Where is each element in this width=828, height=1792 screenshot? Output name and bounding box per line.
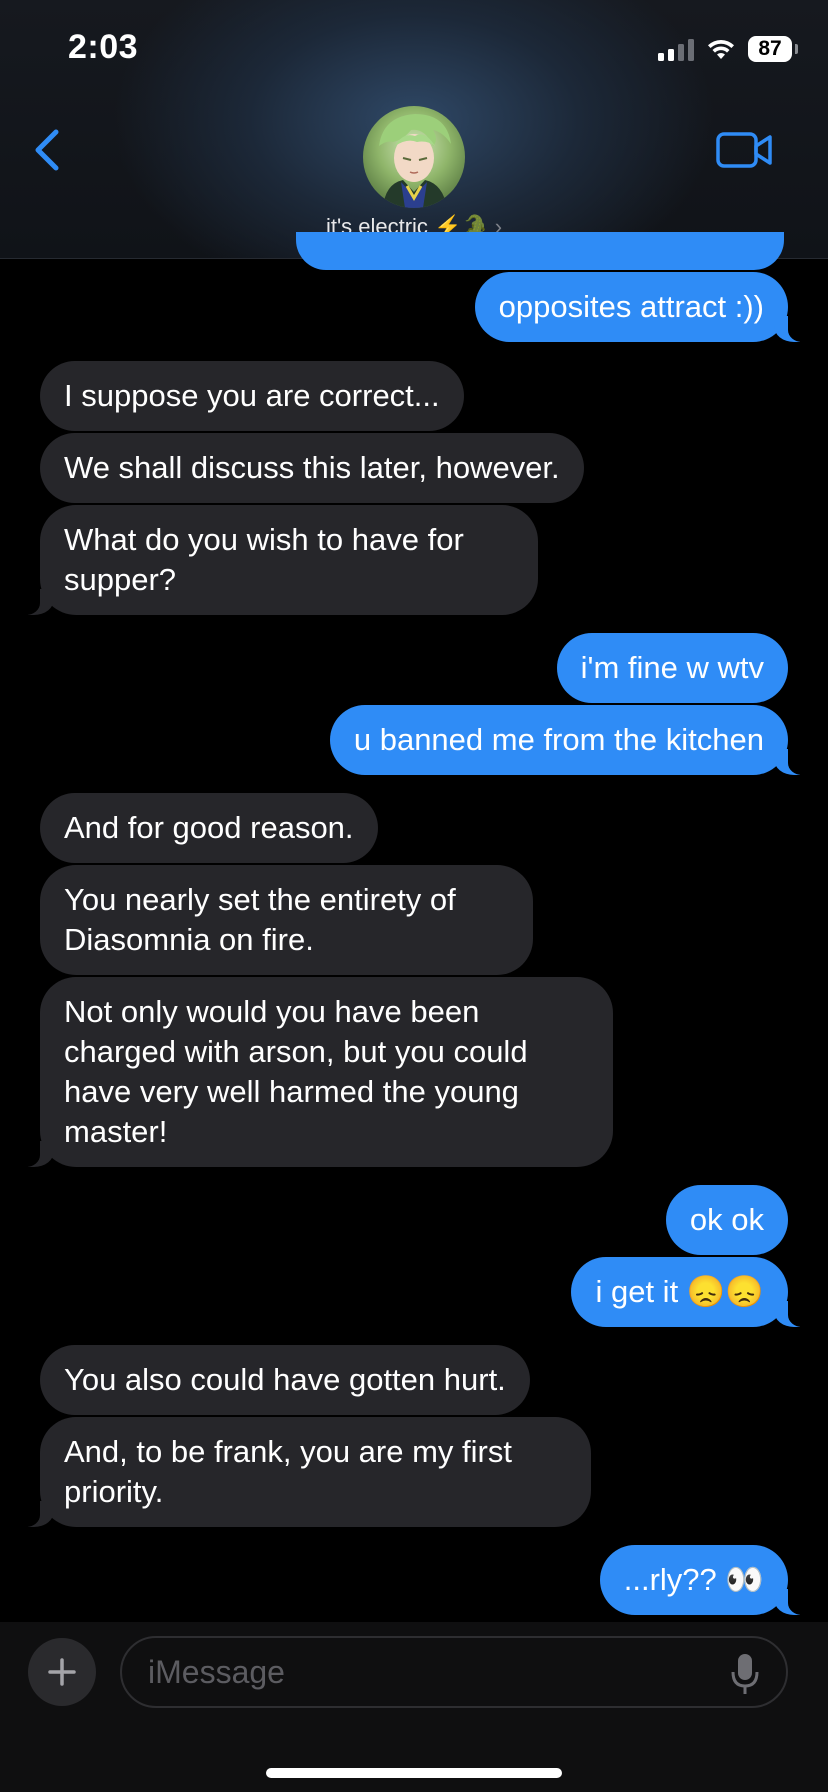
plus-icon [48,1658,76,1686]
outgoing-message[interactable]: i'm fine w wtv [556,633,788,703]
incoming-message[interactable]: And for good reason. [40,793,378,863]
outgoing-message[interactable]: ok ok [665,1185,788,1255]
incoming-message[interactable]: You also could have gotten hurt. [40,1345,530,1415]
apps-plus-button[interactable] [28,1638,96,1706]
incoming-message[interactable]: What do you wish to have for supper? [18,505,538,615]
home-indicator [266,1768,562,1778]
outgoing-message[interactable]: opposites attract :)) [474,272,811,342]
outgoing-message[interactable]: i get it 😞😞 [571,1257,810,1327]
compose-bar [0,1622,828,1792]
incoming-message[interactable]: And, to be frank, you are my first prior… [18,1417,591,1527]
incoming-message[interactable]: I suppose you are correct... [40,361,464,431]
imessage-input[interactable] [120,1636,788,1708]
incoming-message[interactable]: We shall discuss this later, however. [40,433,584,503]
incoming-message[interactable]: Not only would you have been charged wit… [18,977,613,1167]
incoming-message[interactable]: You nearly set the entirety of Diasomnia… [40,865,533,975]
previous-bubble-edge [296,232,784,270]
outgoing-message[interactable]: ...rly?? 👀 [599,1545,811,1615]
outgoing-message[interactable]: u banned me from the kitchen [329,705,811,775]
message-thread: opposites attract :)) I suppose you are … [0,0,828,1792]
microphone-icon[interactable] [730,1652,760,1696]
